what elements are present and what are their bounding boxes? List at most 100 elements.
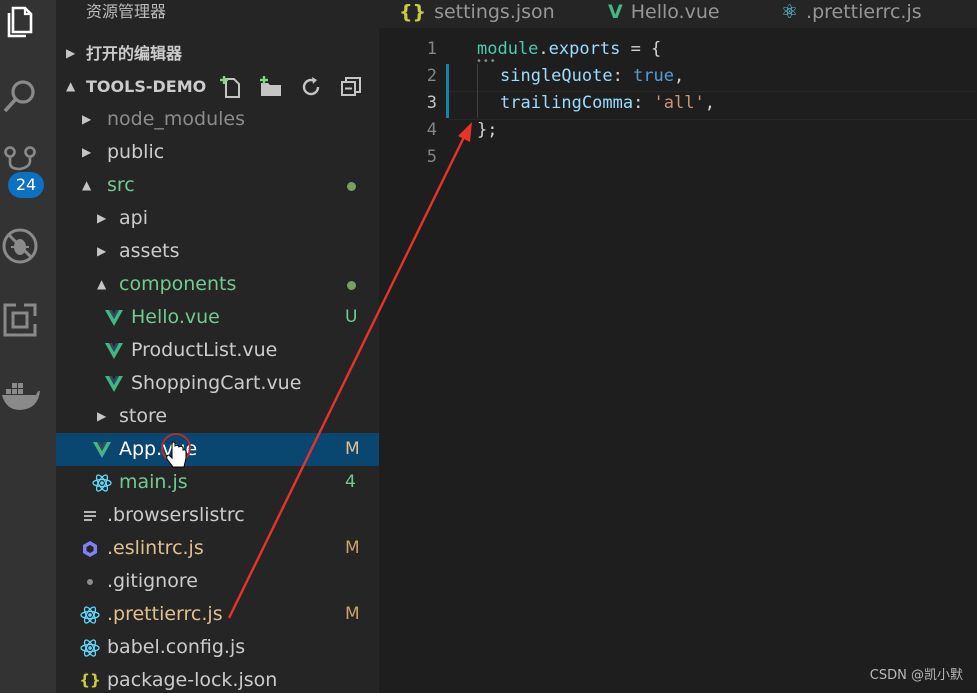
tree-item-label: package-lock.json <box>107 669 278 691</box>
file-item[interactable]: App.vue M <box>56 433 379 466</box>
tree-item-label: .gitignore <box>107 570 198 592</box>
collapse-all-icon[interactable] <box>338 74 364 100</box>
file-item[interactable]: main.js 4 <box>56 466 379 499</box>
tab-settings-json[interactable]: {} settings.json <box>399 0 555 28</box>
chevron-right-icon: ▶ <box>97 244 107 258</box>
chevron-right-icon: ▶ <box>97 211 107 225</box>
chevron-down-icon: ▲ <box>97 277 107 291</box>
chevron-right-icon: ▶ <box>97 409 107 423</box>
file-item[interactable]: .prettierrc.js M <box>56 598 379 631</box>
vue-icon <box>92 433 112 466</box>
chevron-right-icon: ▶ <box>82 145 92 159</box>
file-item[interactable]: Hello.vue U <box>56 301 379 334</box>
file-item[interactable]: babel.config.js <box>56 631 379 664</box>
tree-item-label: ProductList.vue <box>131 339 278 361</box>
chevron-right-icon: ▶ <box>66 46 76 60</box>
extensions-icon[interactable] <box>0 300 40 340</box>
activity-bar: 24 <box>0 0 56 693</box>
tab-label: settings.json <box>434 1 555 23</box>
git-status-badge: M <box>345 604 360 624</box>
json-icon: {} <box>79 671 101 689</box>
folder-item[interactable]: ▲ src <box>56 169 379 202</box>
open-editors-section[interactable]: ▶ 打开的编辑器 <box>56 37 379 70</box>
project-label: TOOLS-DEMO <box>86 77 207 96</box>
react-icon: ⚛ <box>781 1 799 23</box>
react-icon <box>80 598 100 631</box>
file-item[interactable]: .browserslistrc <box>56 499 379 532</box>
file-item[interactable]: ShoppingCart.vue <box>56 367 379 400</box>
tree-item-label: api <box>119 207 148 229</box>
text-file-icon <box>80 499 100 532</box>
react-icon <box>80 631 100 664</box>
file-item[interactable]: .gitignore <box>56 565 379 598</box>
folder-item[interactable]: ▶ node_modules <box>56 103 379 136</box>
folder-item[interactable]: ▶ store <box>56 400 379 433</box>
tree-item-label: Hello.vue <box>131 306 220 328</box>
line-number: 2 <box>426 66 437 86</box>
vue-icon: V <box>608 1 623 23</box>
code-token: }; <box>477 120 498 140</box>
vue-icon <box>104 334 124 367</box>
project-section[interactable]: ▲ TOOLS-DEMO <box>56 70 379 103</box>
git-status-badge: 4 <box>345 472 356 492</box>
tree-item-label: ShoppingCart.vue <box>131 372 302 394</box>
docker-icon[interactable] <box>0 376 40 416</box>
code-line: singleQuote: true, <box>500 63 684 90</box>
tree-item-label: main.js <box>119 471 188 493</box>
tree-item-label: .prettierrc.js <box>107 603 223 625</box>
tree-item-label: node_modules <box>107 108 246 130</box>
code-token: module <box>477 39 539 59</box>
file-item[interactable]: ProductList.vue <box>56 334 379 367</box>
tree-item-label: src <box>107 174 135 196</box>
tree-item-label: .eslintrc.js <box>107 537 204 559</box>
git-status-badge: U <box>345 307 358 327</box>
tree-item-label: babel.config.js <box>107 636 246 658</box>
tree-item-label: public <box>107 141 165 163</box>
code-token: , <box>704 93 715 113</box>
tab-label: Hello.vue <box>630 1 720 23</box>
tree-item-label: App.vue <box>119 438 198 460</box>
watermark: CSDN @凯小默 <box>869 668 963 683</box>
gitignore-icon <box>80 565 100 598</box>
files-icon[interactable] <box>0 2 40 42</box>
chevron-down-icon: ▲ <box>66 79 76 93</box>
code-editor[interactable]: ••• 12345 module.exports = {singleQuote:… <box>379 28 977 693</box>
folder-item[interactable]: ▶ assets <box>56 235 379 268</box>
folder-item[interactable]: ▶ public <box>56 136 379 169</box>
git-change-dot <box>347 281 356 290</box>
code-token: true <box>633 66 675 86</box>
line-number: 1 <box>426 39 437 59</box>
tab-hello-vue[interactable]: V Hello.vue <box>608 0 720 28</box>
code-token: , <box>674 66 685 86</box>
code-token: exports <box>548 39 621 59</box>
scm-count-badge: 24 <box>8 172 44 198</box>
new-file-icon[interactable] <box>218 74 244 100</box>
tab-prettierrc-js[interactable]: ⚛ .prettierrc.js <box>781 0 922 28</box>
editor-tabs: {} settings.json V Hello.vue ⚛ .prettierrc.… <box>379 0 977 28</box>
code-token: . <box>538 39 549 59</box>
new-folder-icon[interactable] <box>258 74 284 100</box>
code-line: trailingComma: 'all', <box>500 90 715 117</box>
json-icon: {} <box>399 1 427 23</box>
code-token: singleQuote <box>500 66 613 86</box>
tree-item-label: store <box>119 405 168 427</box>
debug-icon[interactable] <box>0 226 40 266</box>
indent-guide <box>477 64 478 118</box>
code-line: module.exports = { <box>477 36 661 63</box>
refresh-icon[interactable] <box>298 74 324 100</box>
folder-item[interactable]: ▲ components <box>56 268 379 301</box>
code-line: }; <box>477 117 497 144</box>
chevron-down-icon: ▲ <box>82 178 92 192</box>
folder-item[interactable]: ▶ api <box>56 202 379 235</box>
tab-label: .prettierrc.js <box>806 1 922 23</box>
tree-item-label: components <box>119 273 237 295</box>
tree-item-label: assets <box>119 240 180 262</box>
react-icon <box>92 466 112 499</box>
git-change-dot <box>347 182 356 191</box>
search-icon[interactable] <box>0 76 40 116</box>
code-token: : <box>612 66 634 86</box>
chevron-right-icon: ▶ <box>82 112 92 126</box>
file-item[interactable]: .eslintrc.js M <box>56 532 379 565</box>
file-item[interactable]: {} package-lock.json <box>56 664 379 693</box>
modified-line-marker <box>446 64 449 118</box>
